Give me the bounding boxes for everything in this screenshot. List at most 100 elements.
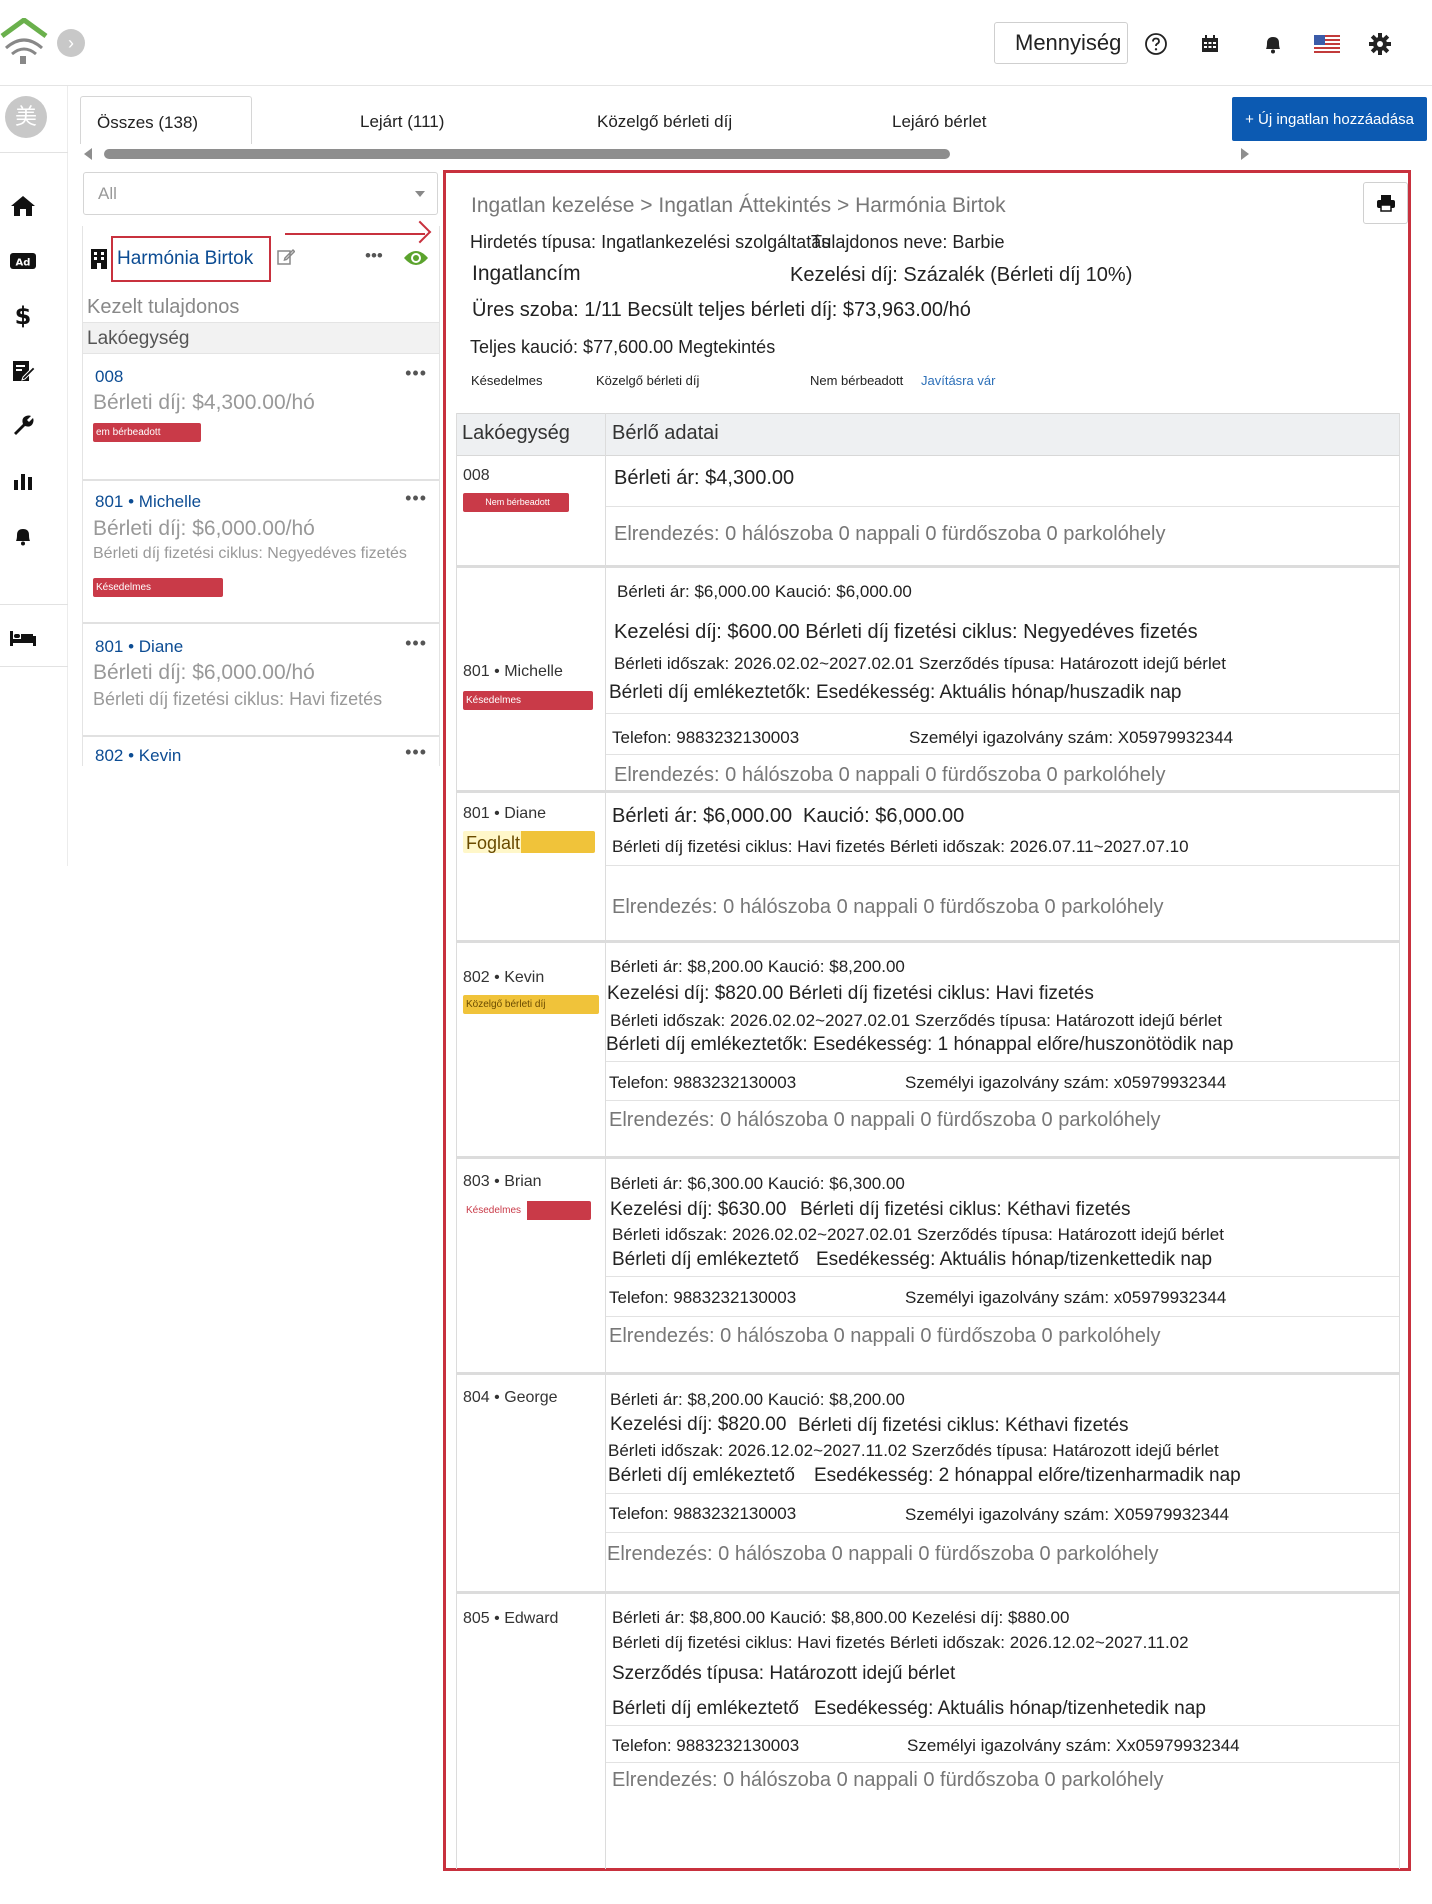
tenant-id-number: Személyi igazolvány szám: x05979932344 xyxy=(905,1288,1227,1307)
filter-select[interactable]: All xyxy=(83,172,438,215)
print-button[interactable] xyxy=(1363,182,1408,224)
filter-upcoming-rent[interactable]: Közelgő bérleti díj xyxy=(596,373,699,388)
list-item[interactable]: 801 • Michelle ••• Bérleti díj: $6,000.0… xyxy=(83,482,439,624)
help-icon[interactable] xyxy=(1142,30,1170,58)
filter-late[interactable]: Késedelmes xyxy=(471,373,543,388)
quantity-button[interactable]: Mennyiség xyxy=(994,22,1128,64)
rent-reminder: Esedékesség: Aktuális hónap/tizenhetedik… xyxy=(814,1698,1206,1719)
ad-icon[interactable]: Ad xyxy=(9,247,37,275)
unit-id: 801 xyxy=(95,492,124,511)
tenant-id-number: Személyi igazolvány szám: x05979932344 xyxy=(905,1073,1227,1092)
more-options-icon[interactable]: ••• xyxy=(405,633,427,654)
list-item[interactable]: 008 ••• Bérleti díj: $4,300.00/hó em bér… xyxy=(83,355,439,481)
us-flag-icon[interactable] xyxy=(1313,30,1341,58)
building-icon xyxy=(90,248,108,275)
separator: • xyxy=(123,492,139,511)
left-rail: 美 Ad $ xyxy=(0,86,68,866)
separator: • xyxy=(123,637,139,656)
table-row[interactable]: 802 • Kevin Közelgő bérleti díj Bérleti … xyxy=(457,940,1399,1156)
tab-expiring-lease[interactable]: Lejáró bérlet xyxy=(892,96,987,144)
row-divider xyxy=(606,754,1399,755)
more-options-icon[interactable]: ••• xyxy=(405,742,427,763)
tab-expired[interactable]: Lejárt (111) xyxy=(360,96,444,144)
property-card-header[interactable]: Harmónia Birtok ••• Kezelt tulajdonos xyxy=(83,226,439,321)
room-layout: Elrendezés: 0 hálószoba 0 nappali 0 fürd… xyxy=(614,523,1166,545)
home-icon[interactable] xyxy=(9,192,37,220)
more-options-icon[interactable]: ••• xyxy=(365,246,383,266)
bell-icon[interactable] xyxy=(1259,30,1287,58)
row-divider xyxy=(606,1762,1399,1763)
table-row[interactable]: 008 Nem bérbeadott Bérleti ár: $4,300.00… xyxy=(457,457,1399,565)
breadcrumb[interactable]: Ingatlan kezelése > Ingatlan Áttekintés … xyxy=(471,194,1006,218)
add-property-button[interactable]: + Új ingatlan hozzáadása xyxy=(1232,97,1427,141)
tab-bar: Összes (138) Lejárt (111) Közelgő bérlet… xyxy=(80,96,1430,144)
tenant-phone: Telefon: 9883232130003 xyxy=(612,728,800,747)
table-row[interactable]: 803 • Brian Késedelmes Bérleti ár: $6,30… xyxy=(457,1156,1399,1372)
chart-icon[interactable] xyxy=(9,467,37,495)
tenant-phone: Telefon: 9883232130003 xyxy=(612,1736,800,1755)
chevron-right-icon[interactable]: › xyxy=(57,29,85,57)
eye-icon[interactable] xyxy=(403,248,429,273)
unit-title: 802 • Kevin xyxy=(95,746,181,766)
table-row[interactable]: 805 • Edward Bérleti ár: $8,800.00 Kauci… xyxy=(457,1591,1399,1869)
more-options-icon[interactable]: ••• xyxy=(405,363,427,384)
print-icon xyxy=(1376,195,1395,212)
unit-section-header: Lakóegység xyxy=(83,322,439,354)
bed-icon[interactable] xyxy=(9,624,37,652)
contract-icon[interactable] xyxy=(9,357,37,385)
table-row[interactable]: 801 • Michelle Késedelmes Bérleti ár: $6… xyxy=(457,565,1399,790)
avatar[interactable]: 美 xyxy=(5,96,47,138)
lease-period: Bérleti időszak: 2026.02.02~2027.02.01 S… xyxy=(610,1011,1222,1030)
row-divider xyxy=(606,1532,1399,1533)
tenant-phone: Telefon: 9883232130003 xyxy=(609,1288,797,1307)
table-row[interactable]: 801 • Diane Foglalt Bérleti ár: $6,000.0… xyxy=(457,790,1399,940)
room-layout: Elrendezés: 0 hálószoba 0 nappali 0 fürd… xyxy=(609,1325,1161,1347)
row-divider xyxy=(606,1276,1399,1277)
row-divider xyxy=(606,865,1399,866)
list-item[interactable]: 801 • Diane ••• Bérleti díj: $6,000.00/h… xyxy=(83,625,439,737)
room-layout: Elrendezés: 0 hálószoba 0 nappali 0 fürd… xyxy=(614,764,1166,786)
gear-icon[interactable] xyxy=(1366,30,1394,58)
tab-all[interactable]: Összes (138) xyxy=(80,96,252,144)
vacancy-summary: Üres szoba: 1/11 Becsült teljes bérleti … xyxy=(472,299,971,321)
room-layout: Elrendezés: 0 hálószoba 0 nappali 0 fürd… xyxy=(612,1769,1164,1791)
payment-cycle: Bérleti díj fizetési ciklus: Kéthavi fiz… xyxy=(800,1199,1131,1220)
management-fee: Kezelési díj: $630.00 xyxy=(610,1199,787,1220)
home-logo-icon[interactable] xyxy=(0,16,50,66)
app-root: › Mennyiség 美 Ad $ Összes (138) Lejárt (… xyxy=(0,0,1432,1904)
svg-text:$: $ xyxy=(15,303,32,329)
more-options-icon[interactable]: ••• xyxy=(405,488,427,509)
unit-name: 804 • George xyxy=(463,1389,558,1406)
edit-icon[interactable] xyxy=(277,248,296,271)
scroll-thumb[interactable] xyxy=(104,149,950,159)
rent-reminder: Bérleti díj emlékeztetők: Esedékesség: A… xyxy=(609,682,1182,703)
calendar-icon[interactable] xyxy=(1196,30,1224,58)
ad-type: Hirdetés típusa: Ingatlankezelési szolgá… xyxy=(470,232,831,252)
bell-icon[interactable] xyxy=(9,522,37,550)
unit-title: 801 • Diane xyxy=(95,637,183,657)
scroll-right-icon[interactable] xyxy=(1241,148,1249,160)
tenant-phone: Telefon: 9883232130003 xyxy=(609,1073,797,1092)
tab-upcoming-rent[interactable]: Közelgő bérleti díj xyxy=(597,96,732,144)
unit-rent: Bérleti díj: $6,000.00/hó xyxy=(93,661,315,684)
management-fee: Kezelési díj: Százalék (Bérleti díj 10%) xyxy=(790,264,1133,286)
property-detail-panel: Ingatlan kezelése > Ingatlan Áttekintés … xyxy=(443,170,1411,1871)
dollar-icon[interactable]: $ xyxy=(9,302,37,330)
horizontal-scrollbar[interactable] xyxy=(84,147,1249,161)
property-name[interactable]: Harmónia Birtok xyxy=(111,236,271,282)
tenant-phone: Telefon: 9883232130003 xyxy=(609,1504,797,1523)
status-badge: Nem bérbeadott xyxy=(463,493,569,512)
rent-reminder-label: Bérleti díj emlékeztető xyxy=(608,1465,795,1486)
filter-unrented[interactable]: Nem bérbeadott xyxy=(810,373,903,388)
list-item[interactable]: 802 • Kevin ••• xyxy=(83,738,439,766)
scroll-left-icon[interactable] xyxy=(84,148,92,160)
table-row[interactable]: 804 • George Bérleti ár: $8,200.00 Kauci… xyxy=(457,1372,1399,1591)
chevron-down-icon xyxy=(415,191,425,197)
unit-title: 801 • Michelle xyxy=(95,492,201,512)
fee-cycle: Kezelési díj: $820.00 Bérleti díj fizeté… xyxy=(607,983,1094,1004)
filter-awaiting-repair[interactable]: Javításra vár xyxy=(921,373,995,388)
owner-name: Tulajdonos neve: Barbie xyxy=(811,232,1005,252)
management-fee: Kezelési díj: $820.00 xyxy=(610,1414,787,1435)
total-deposit[interactable]: Teljes kaució: $77,600.00 Megtekintés xyxy=(470,337,775,358)
wrench-icon[interactable] xyxy=(9,412,37,440)
